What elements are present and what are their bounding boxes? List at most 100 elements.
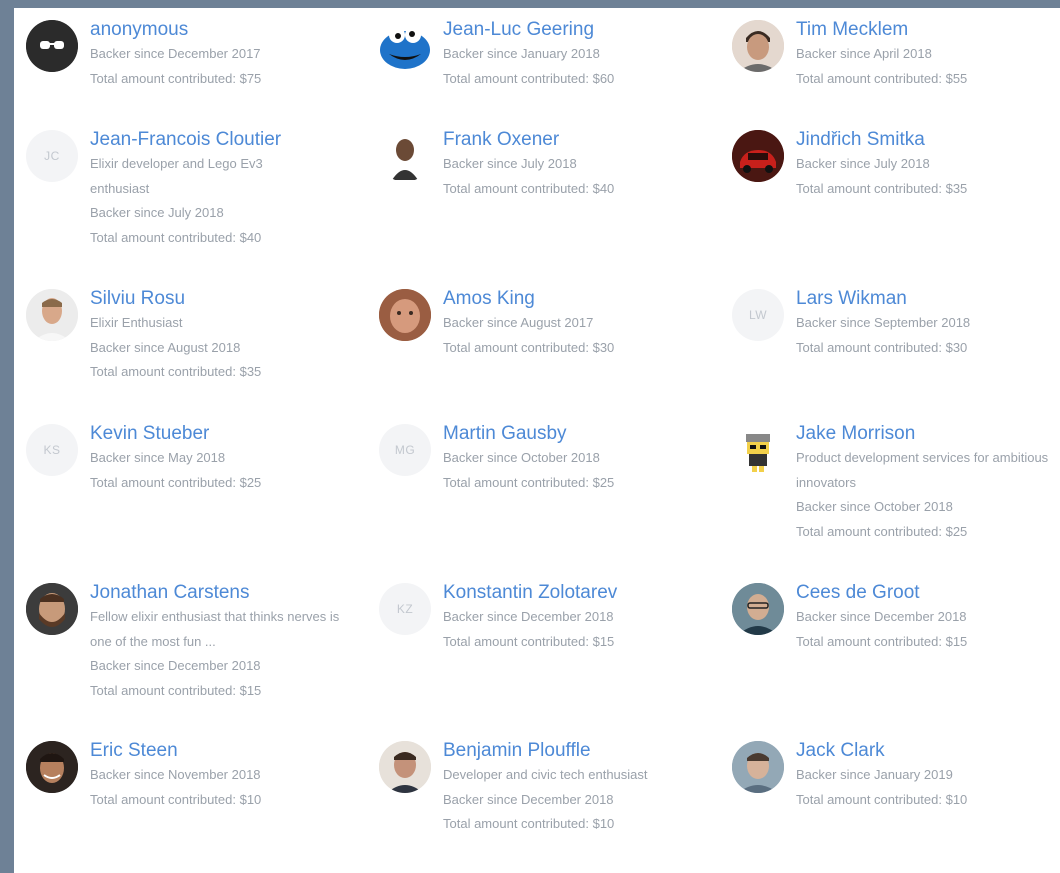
backer-total: Total amount contributed: $35 — [90, 364, 262, 379]
backer-total: Total amount contributed: $55 — [796, 70, 968, 86]
backer-since: Backer since July 2018 — [443, 156, 577, 171]
backer-name-link[interactable]: Jindřich Smitka — [796, 128, 1060, 152]
backer-since: Backer since July 2018 — [796, 156, 930, 171]
backer-since: Backer since November 2018 — [90, 767, 261, 782]
backer-since: Backer since August 2018 — [90, 339, 241, 355]
backer-info: Cees de Groot Backer since December 2018… — [796, 581, 1060, 654]
person-photo-avatar[interactable] — [26, 583, 78, 635]
backer-name-link[interactable]: Jack Clark — [796, 739, 1060, 763]
backer-name-link[interactable]: Jean-Francois Cloutier — [90, 128, 360, 152]
person-photo-avatar[interactable] — [379, 289, 431, 341]
person-photo-avatar[interactable] — [26, 741, 78, 793]
backer-card: MG Martin Gausby Backer since October 20… — [379, 422, 719, 495]
backers-grid: anonymous Backer since December 2017 Tot… — [14, 8, 1060, 873]
backer-card: Jean-Luc Geering Backer since January 20… — [379, 18, 719, 91]
backer-name-link[interactable]: Cees de Groot — [796, 581, 1060, 605]
backer-since: Backer since August 2017 — [443, 315, 594, 330]
red-car-avatar[interactable] — [732, 130, 784, 182]
person-photo-avatar[interactable] — [732, 741, 784, 793]
backer-since: Backer since January 2019 — [796, 767, 953, 782]
initials-avatar[interactable]: JC — [26, 130, 78, 182]
backer-total: Total amount contributed: $15 — [443, 633, 615, 649]
backers-panel: anonymous Backer since December 2017 Tot… — [14, 8, 1060, 873]
backer-total: Total amount contributed: $10 — [90, 791, 262, 807]
backer-description: Product development services for ambitio… — [796, 450, 1049, 490]
backer-name-link[interactable]: Frank Oxener — [443, 128, 713, 152]
backer-total: Total amount contributed: $15 — [796, 633, 968, 649]
sunglasses-icon[interactable] — [26, 20, 78, 72]
backer-name-link[interactable]: Benjamin Plouffle — [443, 739, 713, 763]
backer-total: Total amount contributed: $25 — [796, 523, 968, 539]
cookie-monster-avatar[interactable] — [379, 20, 431, 72]
initials-avatar[interactable]: LW — [732, 289, 784, 341]
backer-card: Jindřich Smitka Backer since July 2018 T… — [732, 128, 1060, 201]
backer-info: anonymous Backer since December 2017 Tot… — [90, 18, 360, 91]
backer-total: Total amount contributed: $10 — [796, 791, 968, 807]
backer-info: Jean-Luc Geering Backer since January 20… — [443, 18, 713, 91]
backer-info: Frank Oxener Backer since July 2018 Tota… — [443, 128, 713, 201]
initials-avatar[interactable]: MG — [379, 424, 431, 476]
backer-since: Backer since October 2018 — [443, 450, 600, 465]
backer-since: Backer since December 2017 — [90, 46, 261, 61]
backer-info: Benjamin Plouffle Developer and civic te… — [443, 739, 713, 837]
backer-total: Total amount contributed: $30 — [443, 339, 615, 355]
backer-total: Total amount contributed: $40 — [443, 180, 615, 196]
backer-card: Tim Mecklem Backer since April 2018 Tota… — [732, 18, 1060, 91]
person-photo-avatar[interactable] — [732, 583, 784, 635]
backer-name-link[interactable]: Jake Morrison — [796, 422, 1060, 446]
backer-card: Frank Oxener Backer since July 2018 Tota… — [379, 128, 719, 201]
backer-info: Amos King Backer since August 2017 Total… — [443, 287, 713, 360]
backer-info: Jake Morrison Product development servic… — [796, 422, 1060, 544]
backer-name-link[interactable]: Amos King — [443, 287, 713, 311]
backer-name-link[interactable]: Martin Gausby — [443, 422, 713, 446]
backer-total: Total amount contributed: $30 — [796, 339, 968, 355]
cartoon-character-avatar[interactable] — [732, 424, 784, 476]
backer-name-link[interactable]: anonymous — [90, 18, 360, 42]
backer-name-link[interactable]: Jonathan Carstens — [90, 581, 360, 605]
backer-name-link[interactable]: Konstantin Zolotarev — [443, 581, 713, 605]
backer-info: Jindřich Smitka Backer since July 2018 T… — [796, 128, 1060, 201]
backer-since: Backer since October 2018 — [796, 499, 953, 514]
backer-card: Silviu Rosu Elixir Enthusiast Backer sin… — [26, 287, 366, 385]
backer-info: Martin Gausby Backer since October 2018 … — [443, 422, 713, 495]
backer-info: Lars Wikman Backer since September 2018 … — [796, 287, 1060, 360]
backer-since: Backer since December 2018 — [443, 609, 614, 624]
backer-name-link[interactable]: Eric Steen — [90, 739, 360, 763]
backer-total: Total amount contributed: $25 — [443, 474, 615, 490]
backer-info: Kevin Stueber Backer since May 2018 Tota… — [90, 422, 360, 495]
backer-info: Eric Steen Backer since November 2018 To… — [90, 739, 360, 812]
person-photo-avatar[interactable] — [732, 20, 784, 72]
backer-info: Konstantin Zolotarev Backer since Decemb… — [443, 581, 713, 654]
backer-card: Jonathan Carstens Fellow elixir enthusia… — [26, 581, 366, 703]
initials-avatar[interactable]: KZ — [379, 583, 431, 635]
person-photo-avatar[interactable] — [26, 289, 78, 341]
backer-card: Benjamin Plouffle Developer and civic te… — [379, 739, 719, 837]
backer-info: Jack Clark Backer since January 2019 Tot… — [796, 739, 1060, 812]
backer-card: anonymous Backer since December 2017 Tot… — [26, 18, 366, 91]
backer-card: JC Jean-Francois Cloutier Elixir develop… — [26, 128, 366, 250]
backer-card: KS Kevin Stueber Backer since May 2018 T… — [26, 422, 366, 495]
backer-description: Elixir Enthusiast — [90, 315, 183, 330]
backer-card: LW Lars Wikman Backer since September 20… — [732, 287, 1060, 360]
backer-name-link[interactable]: Jean-Luc Geering — [443, 18, 713, 42]
backer-total: Total amount contributed: $75 — [90, 70, 262, 86]
backer-card: Amos King Backer since August 2017 Total… — [379, 287, 719, 360]
backer-card: KZ Konstantin Zolotarev Backer since Dec… — [379, 581, 719, 654]
backer-card: Jake Morrison Product development servic… — [732, 422, 1060, 544]
backer-description: Developer and civic tech enthusiast — [443, 767, 648, 782]
person-photo-avatar[interactable] — [379, 130, 431, 182]
backer-since: Backer since April 2018 — [796, 46, 932, 61]
backer-card: Jack Clark Backer since January 2019 Tot… — [732, 739, 1060, 812]
backer-card: Cees de Groot Backer since December 2018… — [732, 581, 1060, 654]
backer-since: Backer since December 2018 — [796, 609, 967, 624]
backer-name-link[interactable]: Tim Mecklem — [796, 18, 1060, 42]
backer-info: Jonathan Carstens Fellow elixir enthusia… — [90, 581, 360, 703]
backer-name-link[interactable]: Lars Wikman — [796, 287, 1060, 311]
backer-total: Total amount contributed: $60 — [443, 70, 615, 86]
backer-total: Total amount contributed: $25 — [90, 474, 262, 490]
backer-total: Total amount contributed: $15 — [90, 682, 262, 698]
person-photo-avatar[interactable] — [379, 741, 431, 793]
initials-avatar[interactable]: KS — [26, 424, 78, 476]
backer-name-link[interactable]: Kevin Stueber — [90, 422, 360, 446]
backer-name-link[interactable]: Silviu Rosu — [90, 287, 360, 311]
